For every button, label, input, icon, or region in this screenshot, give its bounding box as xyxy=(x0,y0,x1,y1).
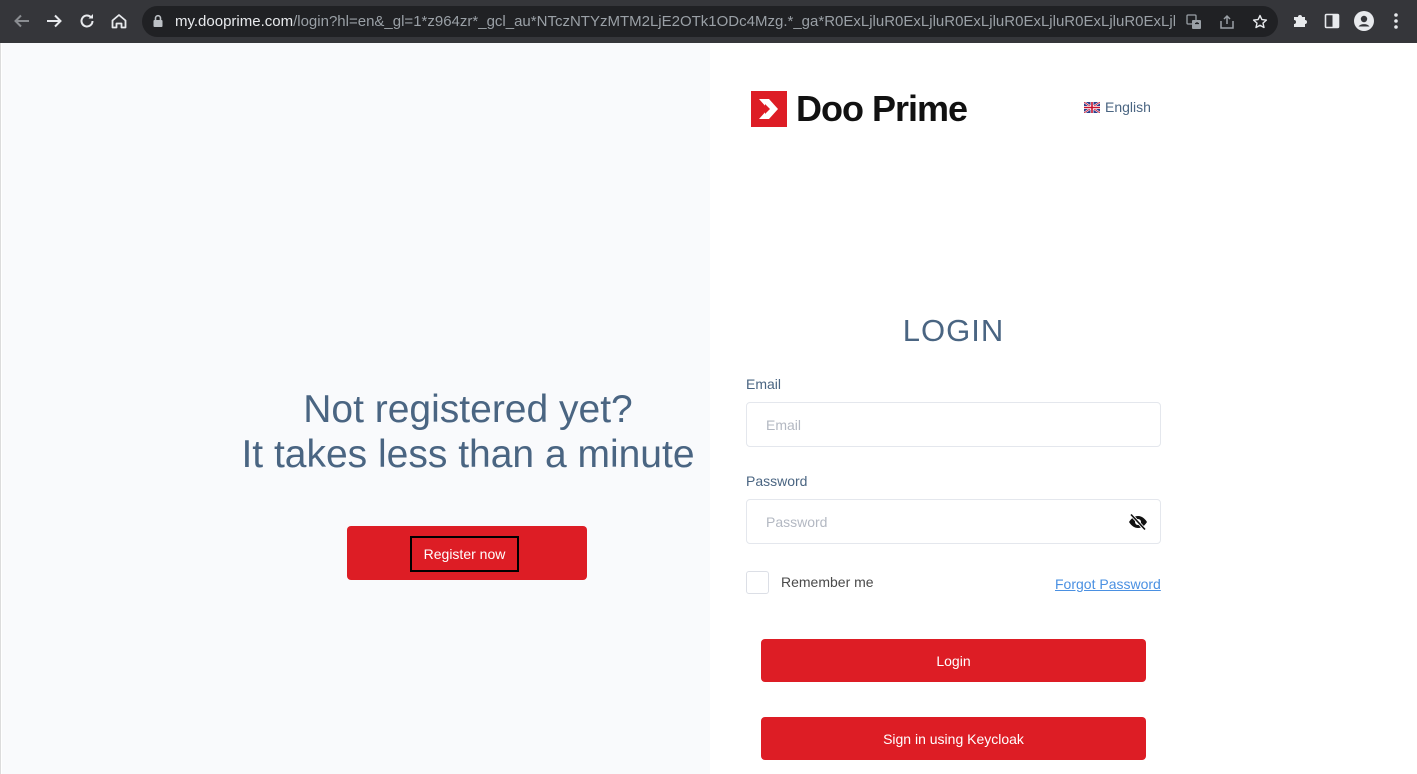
forward-arrow-icon[interactable] xyxy=(43,10,65,32)
profile-avatar-icon[interactable] xyxy=(1354,11,1374,31)
back-arrow-icon[interactable] xyxy=(11,10,33,32)
remember-me-checkbox[interactable] xyxy=(746,571,769,594)
password-field[interactable] xyxy=(746,499,1161,544)
browser-menu-icon[interactable] xyxy=(1386,11,1406,31)
doo-prime-logo-icon xyxy=(751,91,787,127)
side-panel-icon[interactable] xyxy=(1322,11,1342,31)
register-now-label: Register now xyxy=(410,536,519,572)
email-input[interactable] xyxy=(747,403,1160,446)
hide-password-eye-icon[interactable] xyxy=(1128,513,1148,531)
keycloak-signin-button[interactable]: Sign in using Keycloak xyxy=(761,717,1146,760)
lock-icon[interactable] xyxy=(152,14,164,33)
register-now-button[interactable]: Register now xyxy=(347,526,587,580)
email-field[interactable] xyxy=(746,402,1161,447)
translate-icon[interactable] xyxy=(1185,13,1203,31)
password-label: Password xyxy=(746,473,808,489)
extensions-puzzle-icon[interactable] xyxy=(1290,11,1310,31)
url-text[interactable]: my.dooprime.com/login?hl=en&_gl=1*z964zr… xyxy=(175,13,1175,30)
register-promo: Not registered yet? It takes less than a… xyxy=(223,387,713,477)
remember-me-label: Remember me xyxy=(781,574,874,590)
language-label: English xyxy=(1105,99,1151,115)
bookmark-star-icon[interactable] xyxy=(1251,13,1269,31)
promo-line-2: It takes less than a minute xyxy=(241,433,695,476)
reload-icon[interactable] xyxy=(76,10,98,32)
share-icon[interactable] xyxy=(1218,13,1236,31)
login-page: Not registered yet? It takes less than a… xyxy=(0,43,1417,774)
address-bar[interactable]: my.dooprime.com/login?hl=en&_gl=1*z964zr… xyxy=(142,6,1278,37)
promo-line-1: Not registered yet? xyxy=(303,388,633,431)
home-icon[interactable] xyxy=(108,10,130,32)
url-path: /login?hl=en&_gl=1*z964zr*_gcl_au*NTczNT… xyxy=(293,13,1175,30)
url-host: my.dooprime.com xyxy=(175,13,294,30)
brand-name: Doo Prime xyxy=(796,88,968,129)
password-input[interactable] xyxy=(747,500,1160,543)
forgot-password-link[interactable]: Forgot Password xyxy=(1055,576,1161,592)
language-selector[interactable]: English xyxy=(1084,99,1151,115)
login-button[interactable]: Login xyxy=(761,639,1146,682)
uk-flag-icon xyxy=(1084,101,1100,113)
browser-toolbar: my.dooprime.com/login?hl=en&_gl=1*z964zr… xyxy=(0,0,1417,43)
email-label: Email xyxy=(746,376,782,392)
login-title: LOGIN xyxy=(902,313,1005,348)
brand-logo[interactable]: Doo Prime xyxy=(751,88,968,129)
